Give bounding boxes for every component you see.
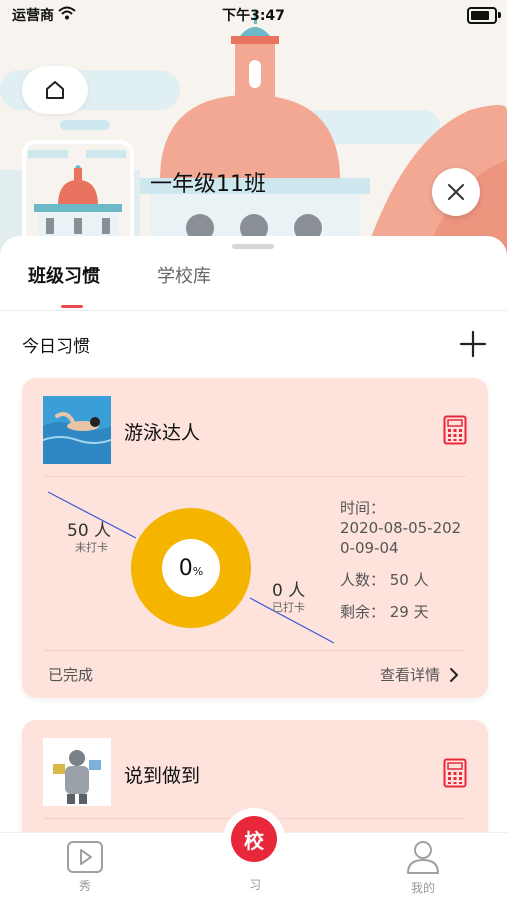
- unchecked-count: 50 人: [67, 521, 112, 541]
- swimming-image: [43, 396, 111, 464]
- habit-status: 已完成: [48, 666, 94, 684]
- home-button[interactable]: [22, 66, 88, 114]
- checkin-donut-chart: 0%: [131, 508, 251, 628]
- section-title: 今日习惯: [22, 337, 90, 357]
- battery-tip: [498, 12, 501, 18]
- school-badge: 校: [231, 816, 277, 862]
- time-label: 时间：: [340, 499, 386, 517]
- nav-show[interactable]: 秀: [62, 840, 108, 894]
- donut-center: 0%: [162, 539, 220, 597]
- tab-active-indicator: [61, 305, 83, 308]
- close-icon: [448, 184, 464, 200]
- nav-habit-label[interactable]: 习: [240, 876, 270, 893]
- chevron-right-icon: [449, 668, 458, 682]
- nav-me[interactable]: 我的: [400, 838, 446, 896]
- time-range-line2: 0-09-04: [340, 539, 399, 557]
- habit-image: [43, 738, 111, 806]
- checkin-percent: 0%: [178, 555, 204, 581]
- home-icon: [46, 81, 64, 99]
- sheet-grabber[interactable]: [232, 244, 274, 249]
- class-avatar-image: [26, 144, 130, 248]
- status-time: 下午3:47: [222, 8, 285, 24]
- calendar-icon[interactable]: [443, 415, 467, 445]
- checked-count: 0 人: [272, 581, 306, 601]
- profile-icon: [407, 841, 439, 874]
- nav-show-label: 秀: [78, 879, 91, 893]
- habit-title: 游泳达人: [124, 422, 201, 444]
- battery-icon: [467, 7, 497, 24]
- checked-label: 已打卡: [272, 601, 305, 614]
- nav-habit-badge[interactable]: 校: [223, 808, 285, 870]
- status-bar: 运营商 下午3:47: [0, 0, 507, 28]
- nav-me-label: 我的: [410, 881, 435, 895]
- tabs-divider: [0, 310, 507, 311]
- card-divider: [44, 476, 466, 477]
- card-divider: [44, 650, 466, 651]
- tab-school-library[interactable]: 学校库: [157, 262, 211, 288]
- video-icon: [67, 841, 103, 873]
- tab-class-habits[interactable]: 班级习惯: [28, 262, 100, 288]
- class-name: 一年级11班: [150, 172, 266, 197]
- habit-title: 说到做到: [124, 765, 201, 787]
- unchecked-label: 未打卡: [75, 541, 108, 554]
- people-count: 人数： 50 人: [340, 571, 429, 589]
- calendar-icon[interactable]: [443, 758, 467, 788]
- add-habit-button[interactable]: [458, 329, 488, 359]
- time-range-line1: 2020-08-05-202: [340, 519, 462, 537]
- close-button[interactable]: [432, 168, 480, 216]
- view-details-label: 查看详情: [380, 666, 441, 684]
- days-remaining: 剩余： 29 天: [340, 603, 429, 621]
- view-details-link[interactable]: 查看详情: [380, 664, 459, 685]
